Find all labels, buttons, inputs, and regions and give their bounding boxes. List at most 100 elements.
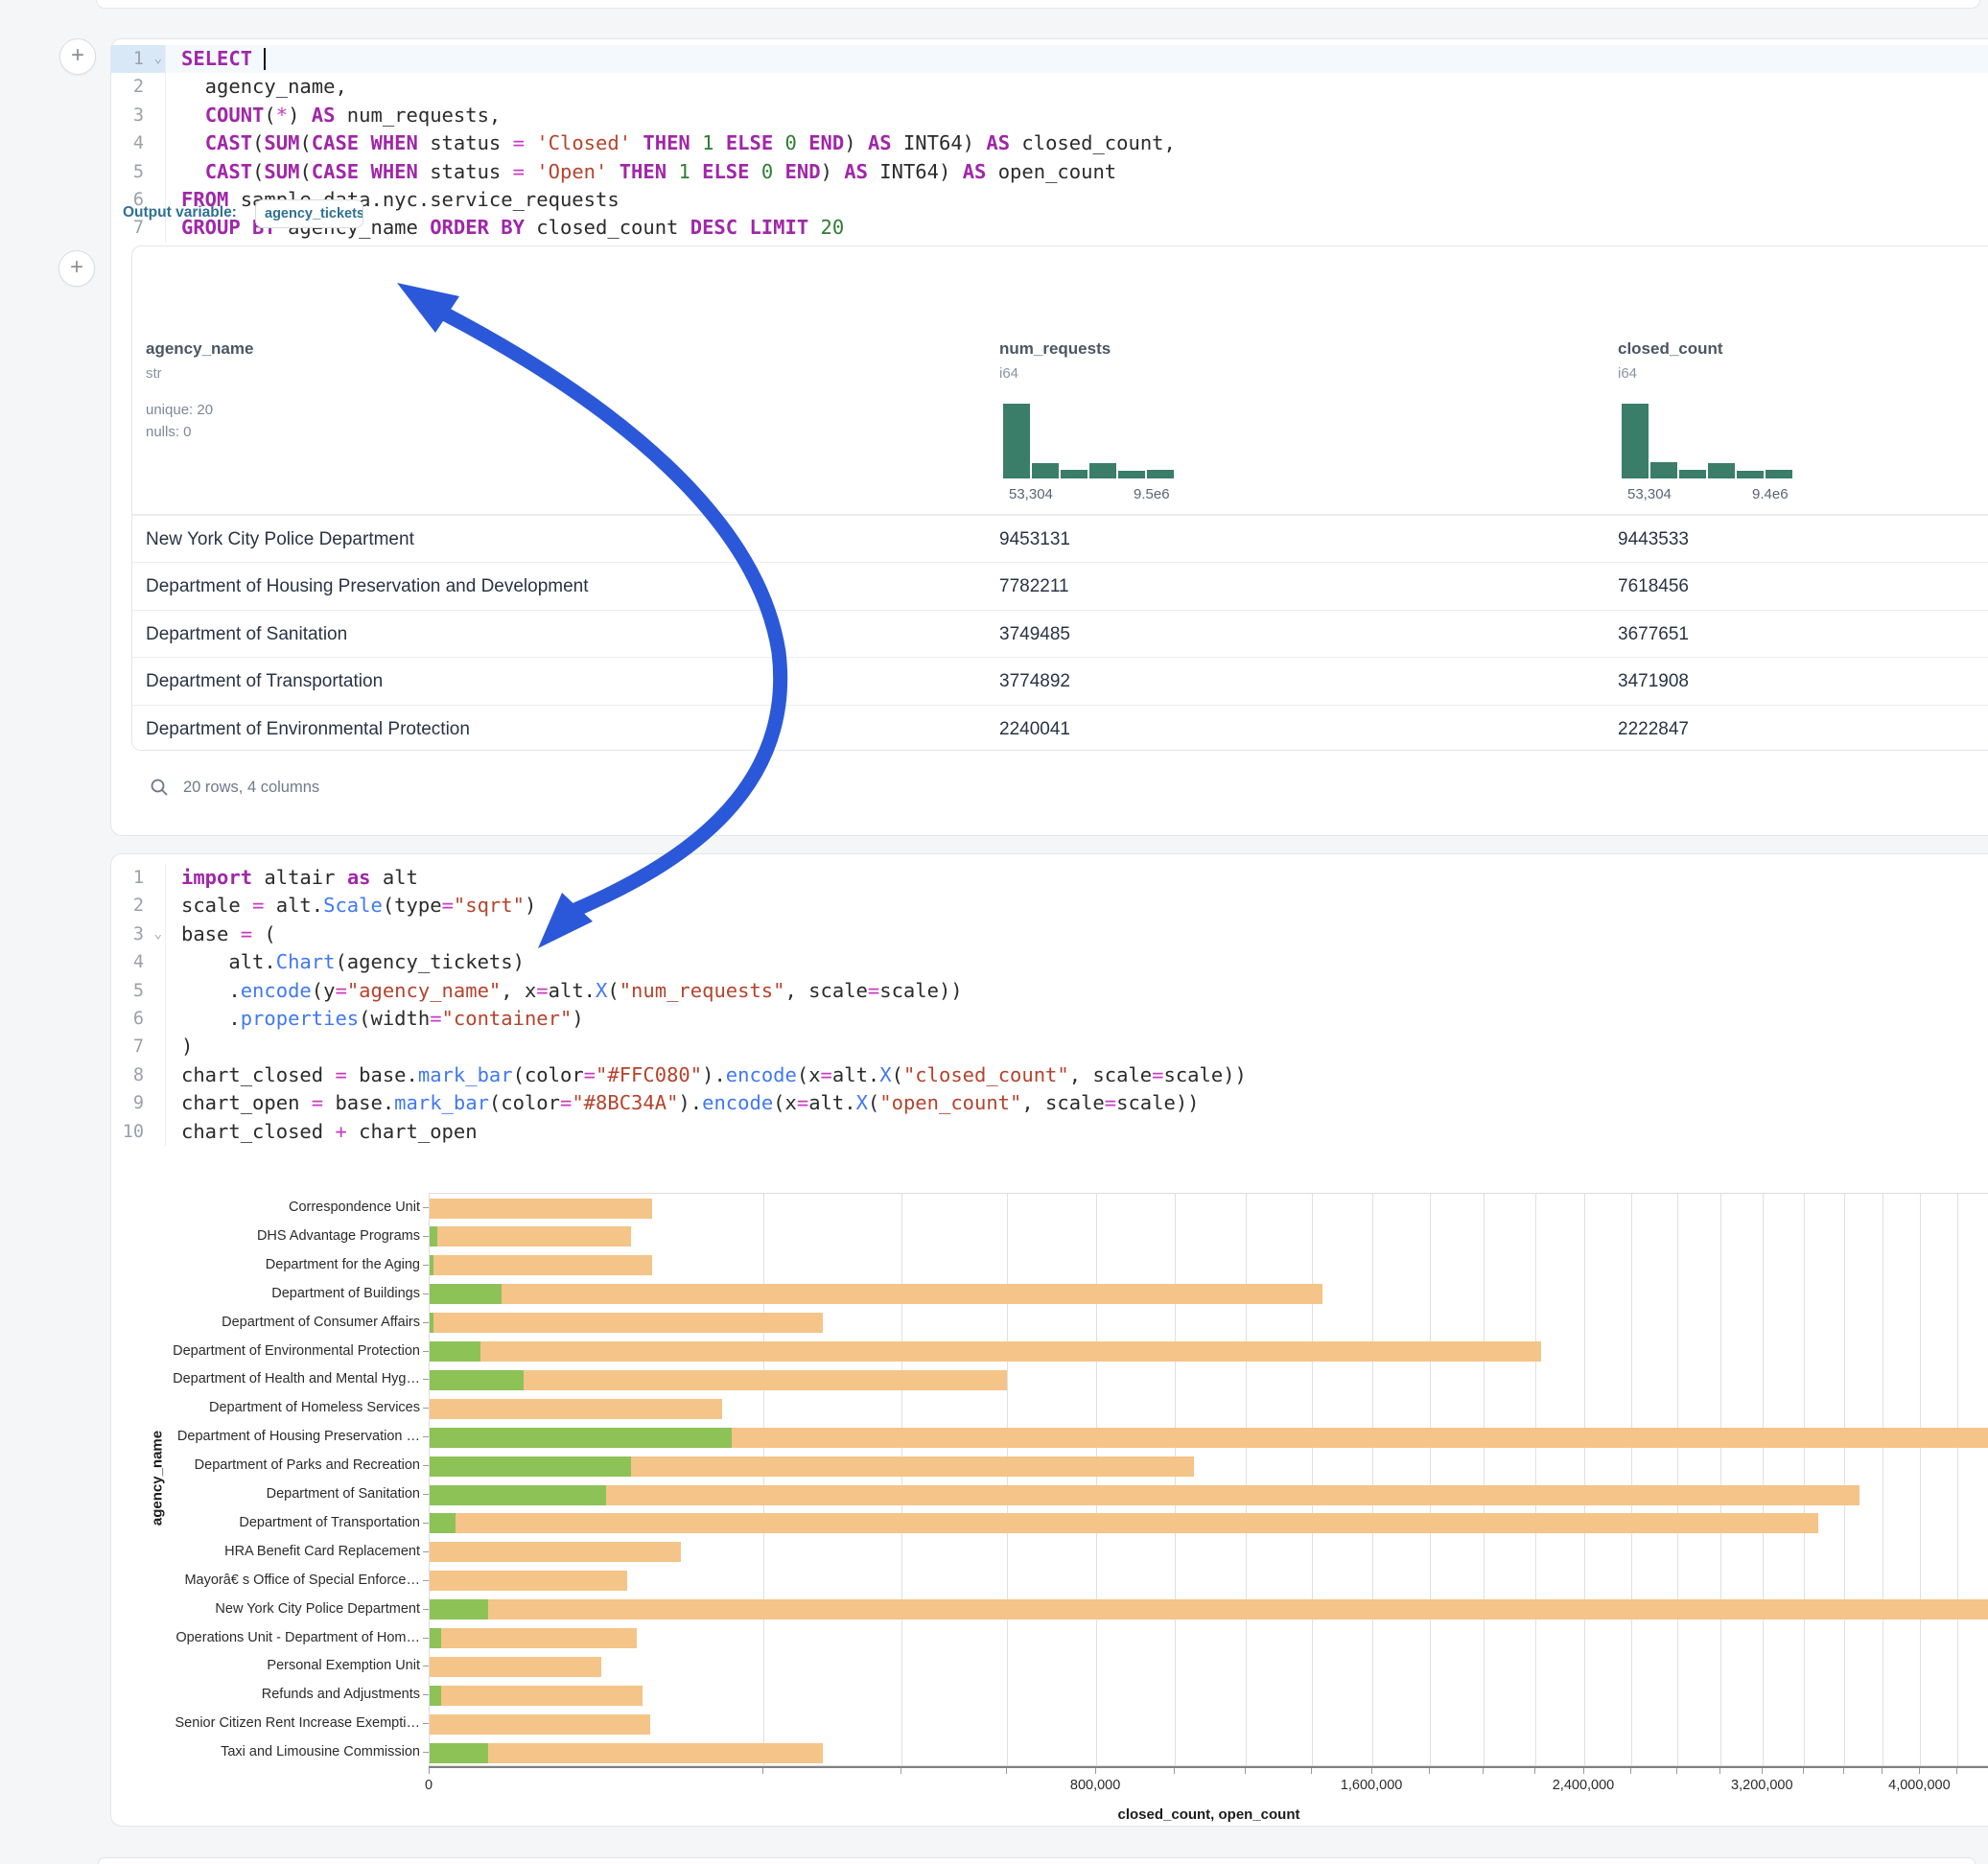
closed-count-bar <box>430 1571 627 1591</box>
column-stat: unique: 20 <box>146 402 213 418</box>
table-rows: New York City Police Department945313194… <box>132 515 1988 750</box>
y-axis-tick <box>423 1436 429 1437</box>
previous-cell-bottom-edge <box>96 0 1980 9</box>
column-name[interactable]: closed_count <box>1618 339 1723 359</box>
gridline <box>1763 1194 1764 1765</box>
x-axis-tick <box>1174 1768 1175 1774</box>
gridline <box>1096 1194 1097 1765</box>
x-axis-tick <box>1803 1768 1804 1774</box>
closed-count-bar <box>430 1284 1322 1304</box>
closed-count-bar <box>430 1714 650 1735</box>
table-cell: 2222847 <box>1618 719 1689 740</box>
histogram-bar <box>1003 404 1030 478</box>
table-row[interactable]: Department of Sanitation 3749485 3677651 <box>132 610 1988 657</box>
x-axis-tick <box>1919 1768 1920 1774</box>
histogram-bar <box>1032 463 1059 478</box>
open-count-bar <box>430 1599 488 1619</box>
histogram-bar <box>1737 471 1764 478</box>
sql-code-editor[interactable]: 1⌄SELECT 2 agency_name,3 COUNT(*) AS num… <box>111 45 1988 243</box>
closed-count-bar <box>430 1399 722 1419</box>
table-cell: Department of Sanitation <box>146 624 347 645</box>
histogram-bar <box>1061 470 1088 478</box>
table-row[interactable]: Department of Environmental Protection22… <box>132 705 1988 752</box>
x-axis-tick <box>762 1768 763 1774</box>
table-cell: 3774892 <box>999 671 1070 692</box>
x-axis-tick-label: 4,000,000 <box>1866 1778 1972 1793</box>
open-count-bar <box>430 1628 441 1648</box>
y-axis-label: Department of Homeless Services <box>150 1400 420 1415</box>
open-count-bar <box>430 1513 456 1533</box>
x-axis-tick <box>900 1768 901 1774</box>
x-axis-tick <box>1719 1768 1720 1774</box>
histogram-bar <box>1708 463 1735 478</box>
code-line[interactable]: 3 COUNT(*) AS num_requests, <box>111 102 1988 129</box>
code-line[interactable]: 2 agency_name, <box>111 73 1988 101</box>
table-cell: 7782211 <box>999 576 1069 597</box>
table-cell: 2240041 <box>999 719 1070 740</box>
column-name[interactable]: agency_name <box>146 339 253 359</box>
open-count-bar <box>430 1686 441 1706</box>
gutter: 3 <box>111 102 166 129</box>
y-axis-label: HRA Benefit Card Replacement <box>150 1544 420 1559</box>
closed-count-bar <box>430 1542 681 1562</box>
y-axis-label: Department of Buildings <box>150 1286 420 1301</box>
text-cursor <box>264 48 266 70</box>
table-row[interactable]: Department of Housing Preservation and D… <box>132 562 1988 609</box>
gridline <box>901 1194 902 1765</box>
open-count-bar <box>430 1743 488 1763</box>
y-axis-tick <box>423 1580 429 1581</box>
x-axis-tick <box>1371 1768 1372 1774</box>
x-axis-tick <box>1882 1768 1883 1774</box>
table-cell: 3749485 <box>999 624 1070 645</box>
table-row[interactable]: New York City Police Department945313194… <box>132 515 1988 562</box>
column-histogram <box>1003 404 1174 478</box>
fold-chevron-icon[interactable]: ⌄ <box>154 45 162 73</box>
column-type: str <box>146 365 162 382</box>
output-variable-pill[interactable]: agency_tickets <box>255 199 363 228</box>
x-axis-tick <box>1630 1768 1631 1774</box>
y-axis-tick <box>423 1322 429 1323</box>
closed-count-bar <box>430 1513 1818 1533</box>
column-name[interactable]: num_requests <box>999 339 1111 359</box>
search-icon[interactable] <box>150 778 169 802</box>
gutter: 2 <box>111 73 166 101</box>
gridline <box>1957 1194 1958 1765</box>
x-axis-tick <box>1583 1768 1584 1774</box>
gutter: 5 <box>111 158 166 186</box>
output-variable-label: Output variable: <box>123 204 237 221</box>
chart-plot-area <box>429 1193 1988 1766</box>
add-cell-button-middle[interactable]: + <box>58 250 95 287</box>
histogram-bar <box>1089 463 1116 478</box>
x-axis-line <box>429 1766 1988 1768</box>
table-cell: Department of Housing Preservation and D… <box>146 576 589 597</box>
code-line[interactable]: 6FROM sample_data.nyc.service_requests <box>111 186 1988 214</box>
x-axis-tick <box>1311 1768 1312 1774</box>
code-line[interactable]: 5 CAST(SUM(CASE WHEN status = 'Open' THE… <box>111 158 1988 186</box>
table-row[interactable]: Department of Transportation377489234719… <box>132 657 1988 704</box>
code-line[interactable]: 4 CAST(SUM(CASE WHEN status = 'Closed' T… <box>111 129 1988 157</box>
y-axis-label: Department of Health and Mental Hyg… <box>150 1371 420 1386</box>
code-line[interactable]: 1⌄SELECT <box>111 45 1988 73</box>
histogram-bar <box>1679 470 1706 478</box>
y-axis-label: Personal Exemption Unit <box>150 1658 420 1673</box>
x-axis-tick <box>1095 1768 1096 1774</box>
y-axis-tick <box>423 1523 429 1524</box>
histogram-min-label: 53,304 <box>1009 486 1053 502</box>
y-axis-tick <box>423 1379 429 1380</box>
gridline <box>1175 1194 1176 1765</box>
open-count-bar <box>430 1341 480 1362</box>
table-cell: 3677651 <box>1618 624 1689 645</box>
x-axis-tick-label: 1,600,000 <box>1319 1778 1424 1793</box>
y-axis-label: New York City Police Department <box>150 1601 420 1617</box>
gridline <box>1535 1194 1536 1765</box>
code-line[interactable]: 7GROUP BY agency_name ORDER BY closed_co… <box>111 214 1988 242</box>
y-axis-tick <box>423 1351 429 1352</box>
y-axis-label: Refunds and Adjustments <box>150 1687 420 1702</box>
histogram-min-label: 53,304 <box>1627 486 1672 502</box>
open-count-bar <box>430 1255 433 1275</box>
python-cell: 1import altair as alt2scale = alt.Scale(… <box>110 853 1988 1827</box>
dataframe-preview-table: agency_name strunique: 20nulls: 0num_req… <box>131 245 1988 751</box>
gridline <box>1720 1194 1721 1765</box>
table-cell: 9443533 <box>1618 529 1689 550</box>
add-cell-button-top[interactable]: + <box>59 38 96 75</box>
